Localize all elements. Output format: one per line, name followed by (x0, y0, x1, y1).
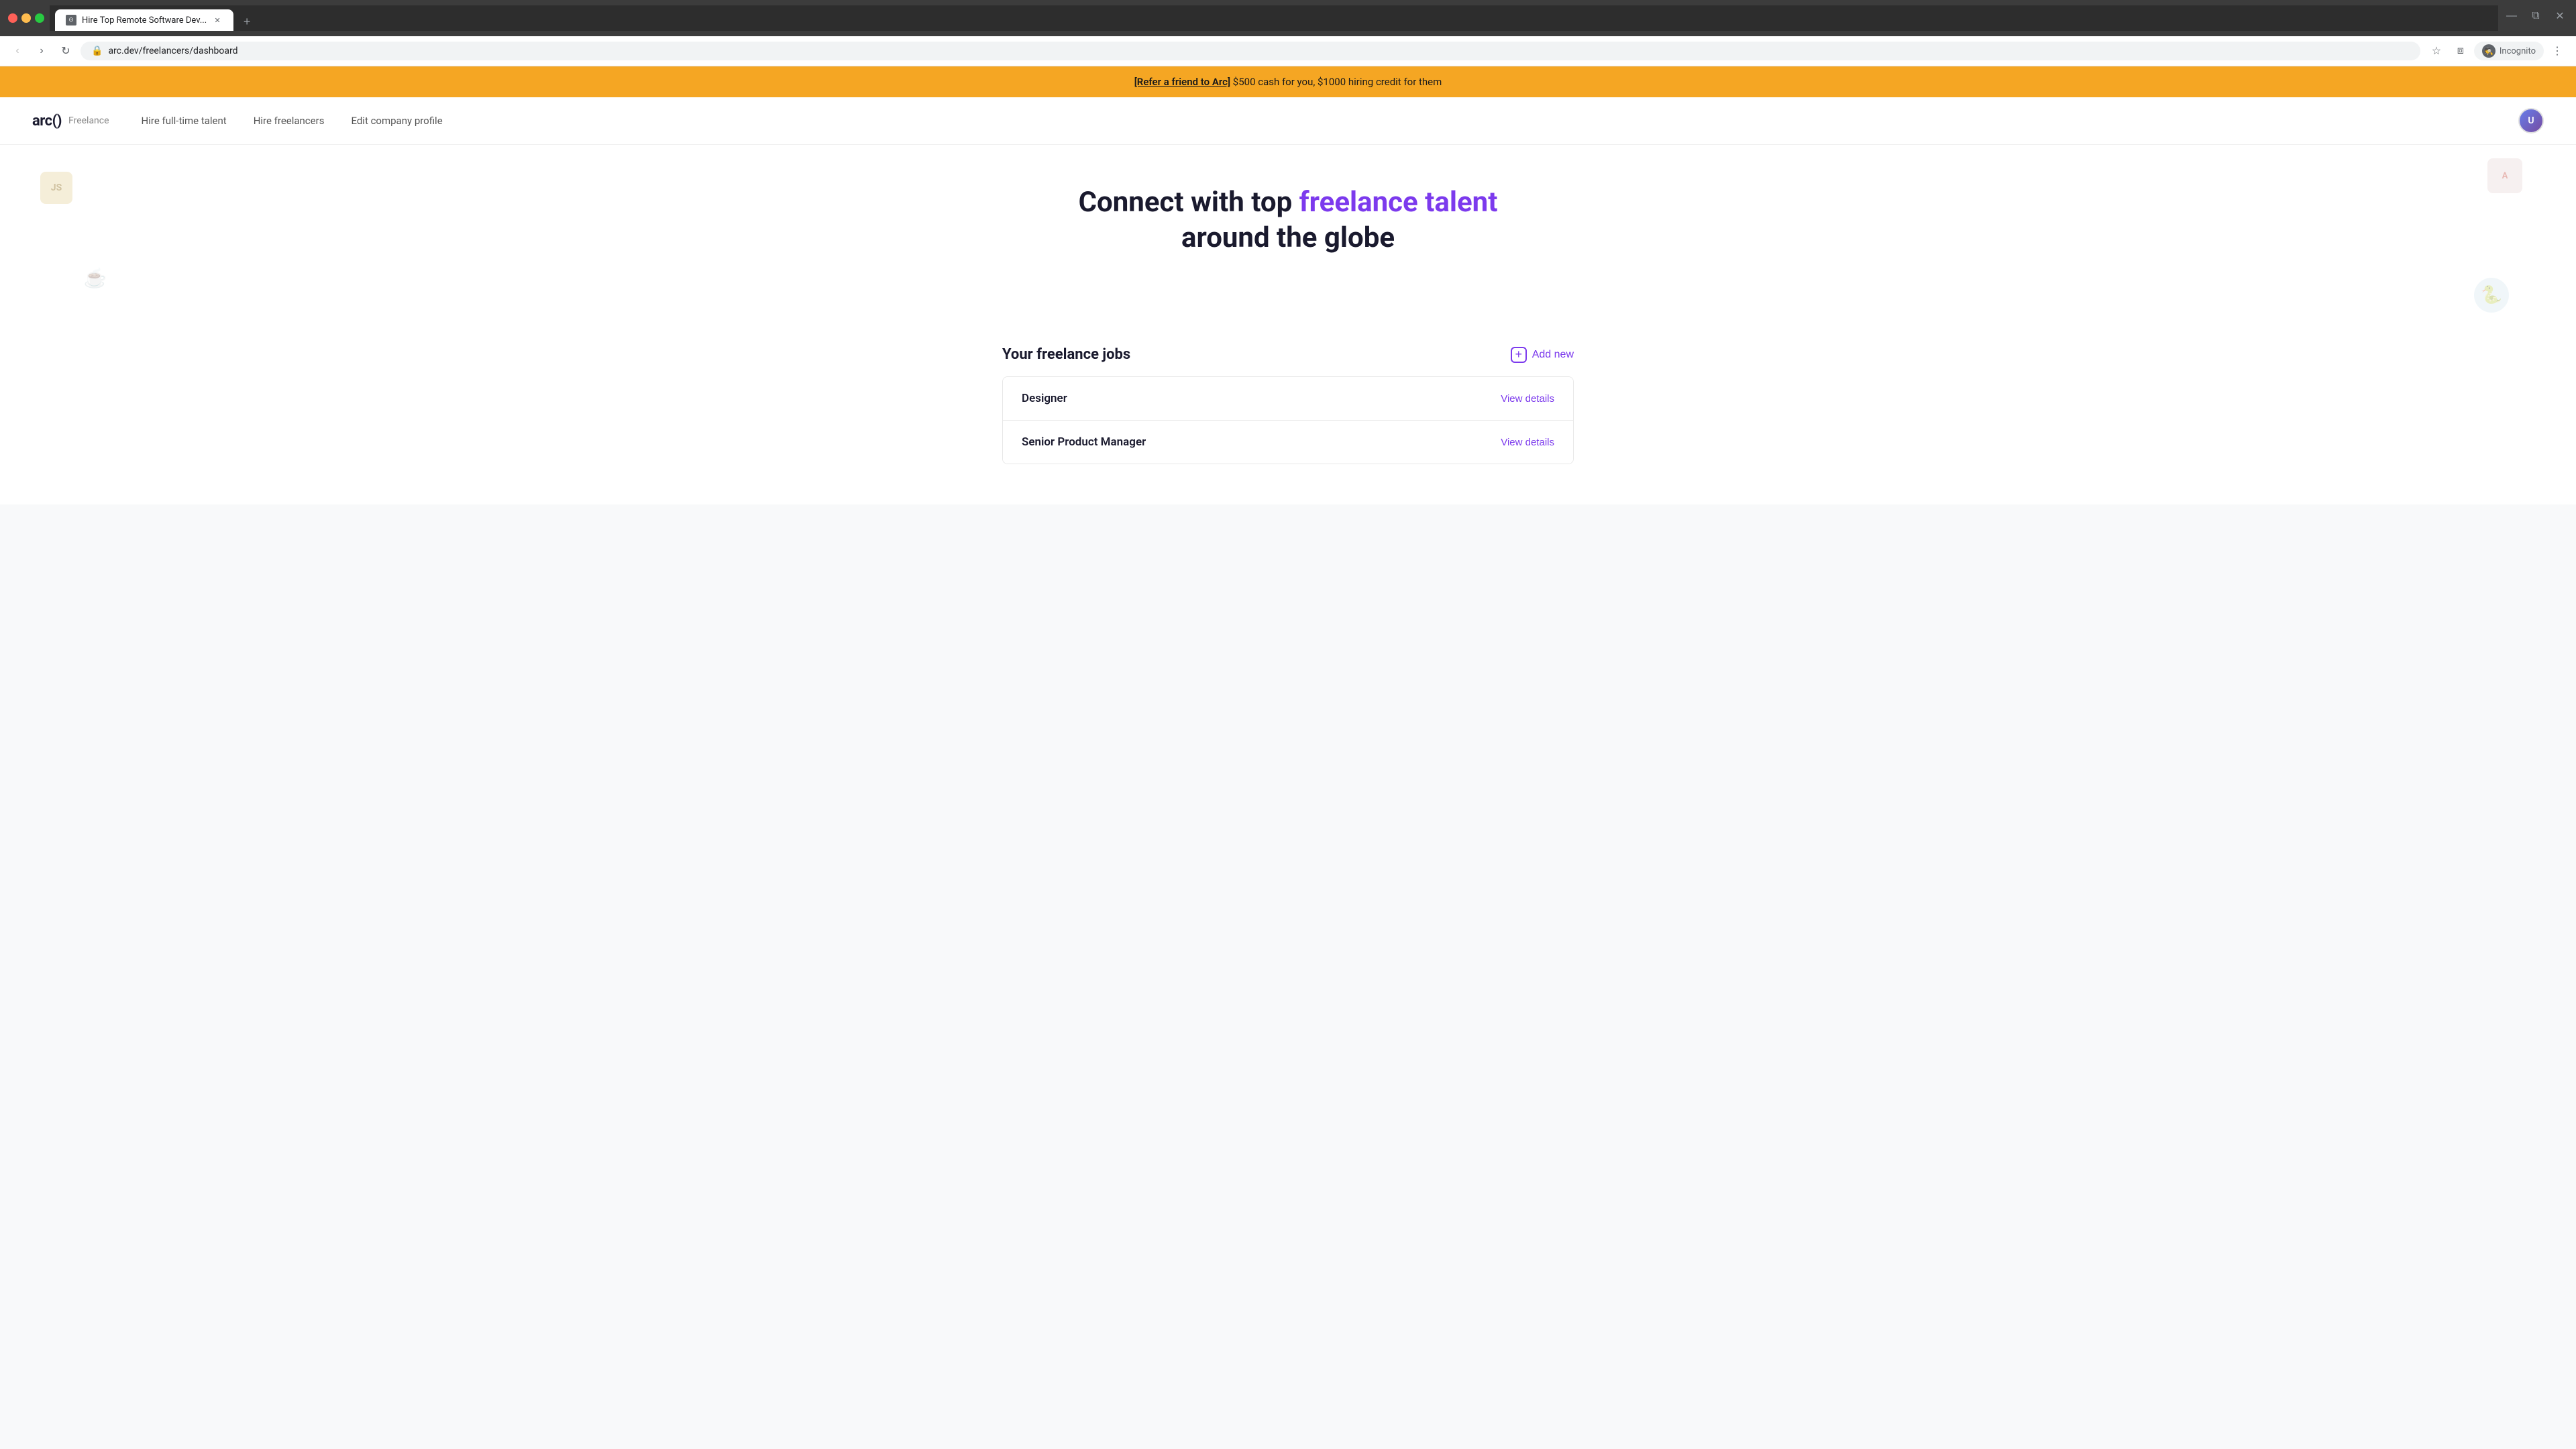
promo-banner: [Refer a friend to Arc] $500 cash for yo… (0, 66, 2576, 97)
avatar[interactable]: U (2518, 108, 2544, 133)
reload-button[interactable]: ↻ (56, 42, 75, 60)
logo-link[interactable]: arc() Freelance (32, 113, 109, 129)
angular-icon: A (2487, 158, 2522, 193)
jobs-title: Your freelance jobs (1002, 346, 1130, 363)
nav-hire-fulltime[interactable]: Hire full-time talent (142, 115, 227, 127)
minimize-window-button[interactable] (21, 13, 31, 23)
close-window-button[interactable] (8, 13, 17, 23)
jobs-header: Your freelance jobs + Add new (1002, 346, 1574, 363)
forward-button[interactable]: › (32, 42, 51, 60)
back-button[interactable]: ‹ (8, 42, 27, 60)
view-details-designer-button[interactable]: View details (1501, 393, 1554, 405)
incognito-icon: 🕵 (2482, 44, 2496, 58)
main-nav: arc() Freelance Hire full-time talent Hi… (0, 97, 2576, 145)
hero-section: JS A ☕ 🐍 Connect with top freelance tale… (0, 145, 2576, 333)
logo-text: arc() (32, 113, 62, 129)
lock-icon: 🔒 (91, 46, 103, 56)
hero-title: Connect with top freelance talent around… (1053, 185, 1523, 256)
referral-link[interactable]: [Refer a friend to Arc] (1134, 76, 1230, 88)
minimize-action-button[interactable]: — (2504, 8, 2520, 24)
tab-favicon: ⊙ (66, 15, 76, 25)
incognito-label: Incognito (2500, 46, 2536, 56)
bookmark-button[interactable]: ☆ (2426, 40, 2447, 62)
table-row: Senior Product Manager View details (1003, 421, 1573, 464)
hero-line2: around the globe (1181, 221, 1395, 254)
logo-subtitle: Freelance (68, 115, 109, 126)
extensions-button[interactable]: ⧈ (2450, 40, 2471, 62)
window-controls (8, 13, 44, 23)
site-content: [Refer a friend to Arc] $500 cash for yo… (0, 66, 2576, 504)
js-icon: JS (40, 172, 72, 204)
job-name-spm: Senior Product Manager (1022, 435, 1146, 449)
new-tab-button[interactable]: + (237, 12, 256, 31)
hero-line1-start: Connect with top (1079, 186, 1299, 219)
address-bar-row: ‹ › ↻ 🔒 arc.dev/freelancers/dashboard ☆ … (0, 36, 2576, 66)
menu-button[interactable]: ⋮ (2546, 40, 2568, 62)
address-bar[interactable]: 🔒 arc.dev/freelancers/dashboard (80, 42, 2420, 60)
browser-chrome: ⊙ Hire Top Remote Software Dev... ✕ + — … (0, 0, 2576, 66)
restore-action-button[interactable]: ⧉ (2528, 8, 2544, 24)
close-action-button[interactable]: ✕ (2552, 8, 2568, 24)
python-icon: 🐍 (2474, 278, 2509, 313)
table-row: Designer View details (1003, 377, 1573, 421)
view-details-spm-button[interactable]: View details (1501, 437, 1554, 448)
banner-message: $500 cash for you, $1000 hiring credit f… (1230, 76, 1442, 88)
address-text: arc.dev/freelancers/dashboard (108, 46, 2409, 56)
tab-bar: ⊙ Hire Top Remote Software Dev... ✕ + (50, 5, 2498, 31)
title-bar: ⊙ Hire Top Remote Software Dev... ✕ + — … (0, 0, 2576, 36)
java-icon: ☕ (80, 263, 110, 292)
jobs-list: Designer View details Senior Product Man… (1002, 376, 1574, 464)
tab-title: Hire Top Remote Software Dev... (82, 15, 207, 25)
jobs-section: Your freelance jobs + Add new Designer V… (986, 333, 1590, 504)
hero-line1-highlight: freelance talent (1299, 186, 1498, 219)
maximize-window-button[interactable] (35, 13, 44, 23)
job-name-designer: Designer (1022, 392, 1067, 405)
add-new-label: Add new (1532, 349, 1574, 361)
add-new-button[interactable]: + Add new (1511, 347, 1574, 363)
tab-close-button[interactable]: ✕ (212, 15, 223, 25)
add-icon: + (1511, 347, 1527, 363)
toolbar-actions: ☆ ⧈ 🕵 Incognito ⋮ (2426, 40, 2568, 62)
active-tab[interactable]: ⊙ Hire Top Remote Software Dev... ✕ (55, 9, 233, 31)
incognito-badge[interactable]: 🕵 Incognito (2474, 42, 2544, 60)
nav-edit-company[interactable]: Edit company profile (351, 115, 442, 127)
nav-links: Hire full-time talent Hire freelancers E… (142, 115, 2518, 127)
window-actions: — ⧉ ✕ (2504, 8, 2568, 28)
nav-hire-freelancers[interactable]: Hire freelancers (254, 115, 325, 127)
